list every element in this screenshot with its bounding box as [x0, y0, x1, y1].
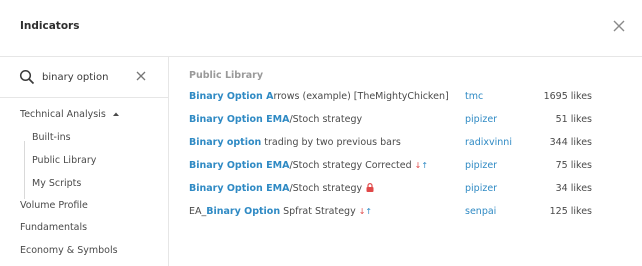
sidebar-item-technical-analysis[interactable]: Technical Analysis — [20, 109, 120, 120]
script-row[interactable]: Binary Option EMA/Stoch strategy pipizer… — [169, 180, 642, 203]
close-icon[interactable] — [610, 17, 628, 35]
script-row[interactable]: Binary Option EMA/Stoch strategy pipizer… — [169, 111, 642, 134]
author-link[interactable]: pipizer — [465, 114, 497, 125]
author-link[interactable]: pipizer — [465, 160, 497, 171]
sidebar-item-fundamentals[interactable]: Fundamentals — [20, 222, 87, 233]
down-up-arrows-icon: ↓↑ — [414, 161, 429, 170]
likes-count: 1695 likes — [543, 91, 592, 102]
script-row[interactable]: Binary Option Arrows (example) [TheMight… — [169, 88, 642, 111]
results-panel: Public Library Binary Option Arrows (exa… — [169, 57, 642, 266]
section-title: Public Library — [189, 70, 264, 81]
search-icon — [19, 69, 35, 85]
search-box — [0, 57, 168, 98]
down-up-arrows-icon: ↓↑ — [358, 207, 373, 216]
sidebar-item-my-scripts[interactable]: My Scripts — [32, 178, 81, 189]
author-link[interactable]: senpai — [465, 206, 496, 217]
script-row[interactable]: EA_Binary Option Spfrat Strategy ↓↑ senpa… — [169, 203, 642, 226]
sidebar-item-label: Technical Analysis — [20, 109, 106, 120]
indicators-dialog: Indicators Technical Analysis Built-ins … — [0, 0, 642, 266]
search-input[interactable] — [42, 69, 130, 85]
dialog-title: Indicators — [20, 20, 80, 32]
likes-count: 344 likes — [549, 137, 592, 148]
likes-count: 51 likes — [555, 114, 592, 125]
caret-up-icon — [112, 112, 119, 116]
script-name: Binary Option EMA/Stoch strategy — [189, 183, 374, 194]
subtree-line — [24, 141, 25, 199]
script-row[interactable]: Binary Option EMA/Stoch strategy Correct… — [169, 157, 642, 180]
script-row[interactable]: Binary option trading by two previous ba… — [169, 134, 642, 157]
dialog-header: Indicators — [0, 0, 642, 57]
author-link[interactable]: radixvinni — [465, 137, 512, 148]
sidebar-item-volume-profile[interactable]: Volume Profile — [20, 200, 88, 211]
script-name: Binary Option EMA/Stoch strategy — [189, 114, 363, 125]
likes-count: 75 likes — [555, 160, 592, 171]
author-link[interactable]: pipizer — [465, 183, 497, 194]
script-name: Binary Option EMA/Stoch strategy Correct… — [189, 160, 429, 171]
script-name: EA_Binary Option Spfrat Strategy ↓↑ — [189, 206, 373, 217]
author-link[interactable]: tmc — [465, 91, 483, 102]
likes-count: 34 likes — [555, 183, 592, 194]
lock-icon — [366, 183, 374, 192]
likes-count: 125 likes — [549, 206, 592, 217]
script-name: Binary Option Arrows (example) [TheMight… — [189, 91, 449, 102]
sidebar-item-public-library[interactable]: Public Library — [32, 155, 96, 166]
sidebar-item-economy-symbols[interactable]: Economy & Symbols — [20, 245, 118, 256]
sidebar: Technical Analysis Built-ins Public Libr… — [0, 57, 169, 266]
script-name: Binary option trading by two previous ba… — [189, 137, 401, 148]
sidebar-item-built-ins[interactable]: Built-ins — [32, 132, 71, 143]
clear-icon[interactable] — [135, 70, 147, 82]
